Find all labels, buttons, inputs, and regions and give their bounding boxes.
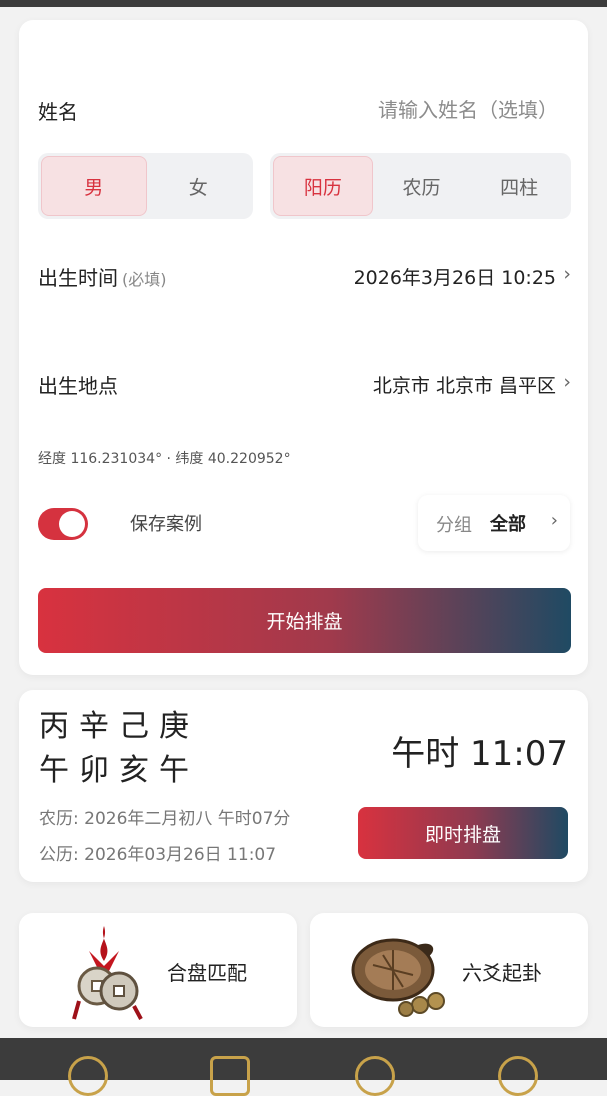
group-value: 全部 <box>490 514 526 535</box>
bottom-navigation <box>0 1038 607 1096</box>
feature-divination[interactable]: 六爻起卦 <box>310 913 588 1027</box>
heavenly-stems: 丙辛己庚 <box>39 709 199 744</box>
gender-female-option[interactable]: 女 <box>147 156 251 216</box>
profile-icon[interactable] <box>498 1056 538 1096</box>
birth-place-label: 出生地点 <box>38 374 118 398</box>
feature-compatibility-label: 合盘匹配 <box>167 961 247 985</box>
gender-male-option[interactable]: 男 <box>41 156 147 216</box>
chevron-right-icon: › <box>550 510 558 531</box>
lunar-date: 农历: 2026年二月初八 午时07分 <box>39 809 291 829</box>
calendar-four-pillars-option[interactable]: 四柱 <box>470 156 568 216</box>
tortoise-shell-icon <box>351 938 445 1017</box>
save-case-label: 保存案例 <box>130 514 202 535</box>
document-icon[interactable] <box>210 1056 250 1096</box>
compass-icon[interactable] <box>355 1056 395 1096</box>
calendar-lunar-option[interactable]: 农历 <box>373 156 471 216</box>
chevron-right-icon: › <box>563 263 571 285</box>
status-bar <box>0 0 607 7</box>
coordinates-text: 经度 116.231034° · 纬度 40.220952° <box>38 451 291 467</box>
birth-place-value[interactable]: 北京市 北京市 昌平区 <box>373 371 556 398</box>
birth-time-value[interactable]: 2026年3月26日 10:25 <box>354 263 556 290</box>
yin-yang-icon[interactable] <box>68 1056 108 1096</box>
required-note: (必填) <box>122 270 167 289</box>
coins-knot-icon <box>72 926 143 1020</box>
chevron-right-icon: › <box>563 371 571 393</box>
toggle-knob <box>59 511 85 537</box>
current-time-card: 丙辛己庚 午卯亥午 午时 11:07 农历: 2026年二月初八 午时07分 公… <box>19 690 588 882</box>
solar-date: 公历: 2026年03月26日 11:07 <box>39 845 277 865</box>
chart-form-card: 姓名 请输入姓名（选填） 男 女 阳历 农历 四柱 出生时间 (必填) 2026年… <box>19 20 588 675</box>
instant-chart-button[interactable]: 即时排盘 <box>358 807 568 859</box>
calendar-selector: 阳历 农历 四柱 <box>270 153 571 219</box>
start-chart-button[interactable]: 开始排盘 <box>38 588 571 653</box>
feature-compatibility[interactable]: 合盘匹配 <box>19 913 297 1027</box>
save-case-toggle[interactable] <box>38 508 88 540</box>
earthly-branches: 午卯亥午 <box>39 753 199 788</box>
hour-time: 午时 11:07 <box>391 734 568 774</box>
calendar-solar-option[interactable]: 阳历 <box>273 156 373 216</box>
name-input[interactable]: 请输入姓名（选填） <box>378 94 558 123</box>
name-label: 姓名 <box>38 100 78 124</box>
group-selector[interactable]: 分组 全部 › <box>418 495 570 551</box>
group-label: 分组 <box>436 515 472 536</box>
birth-time-label: 出生时间 <box>38 266 118 290</box>
gender-selector: 男 女 <box>38 153 253 219</box>
feature-divination-label: 六爻起卦 <box>462 961 542 985</box>
